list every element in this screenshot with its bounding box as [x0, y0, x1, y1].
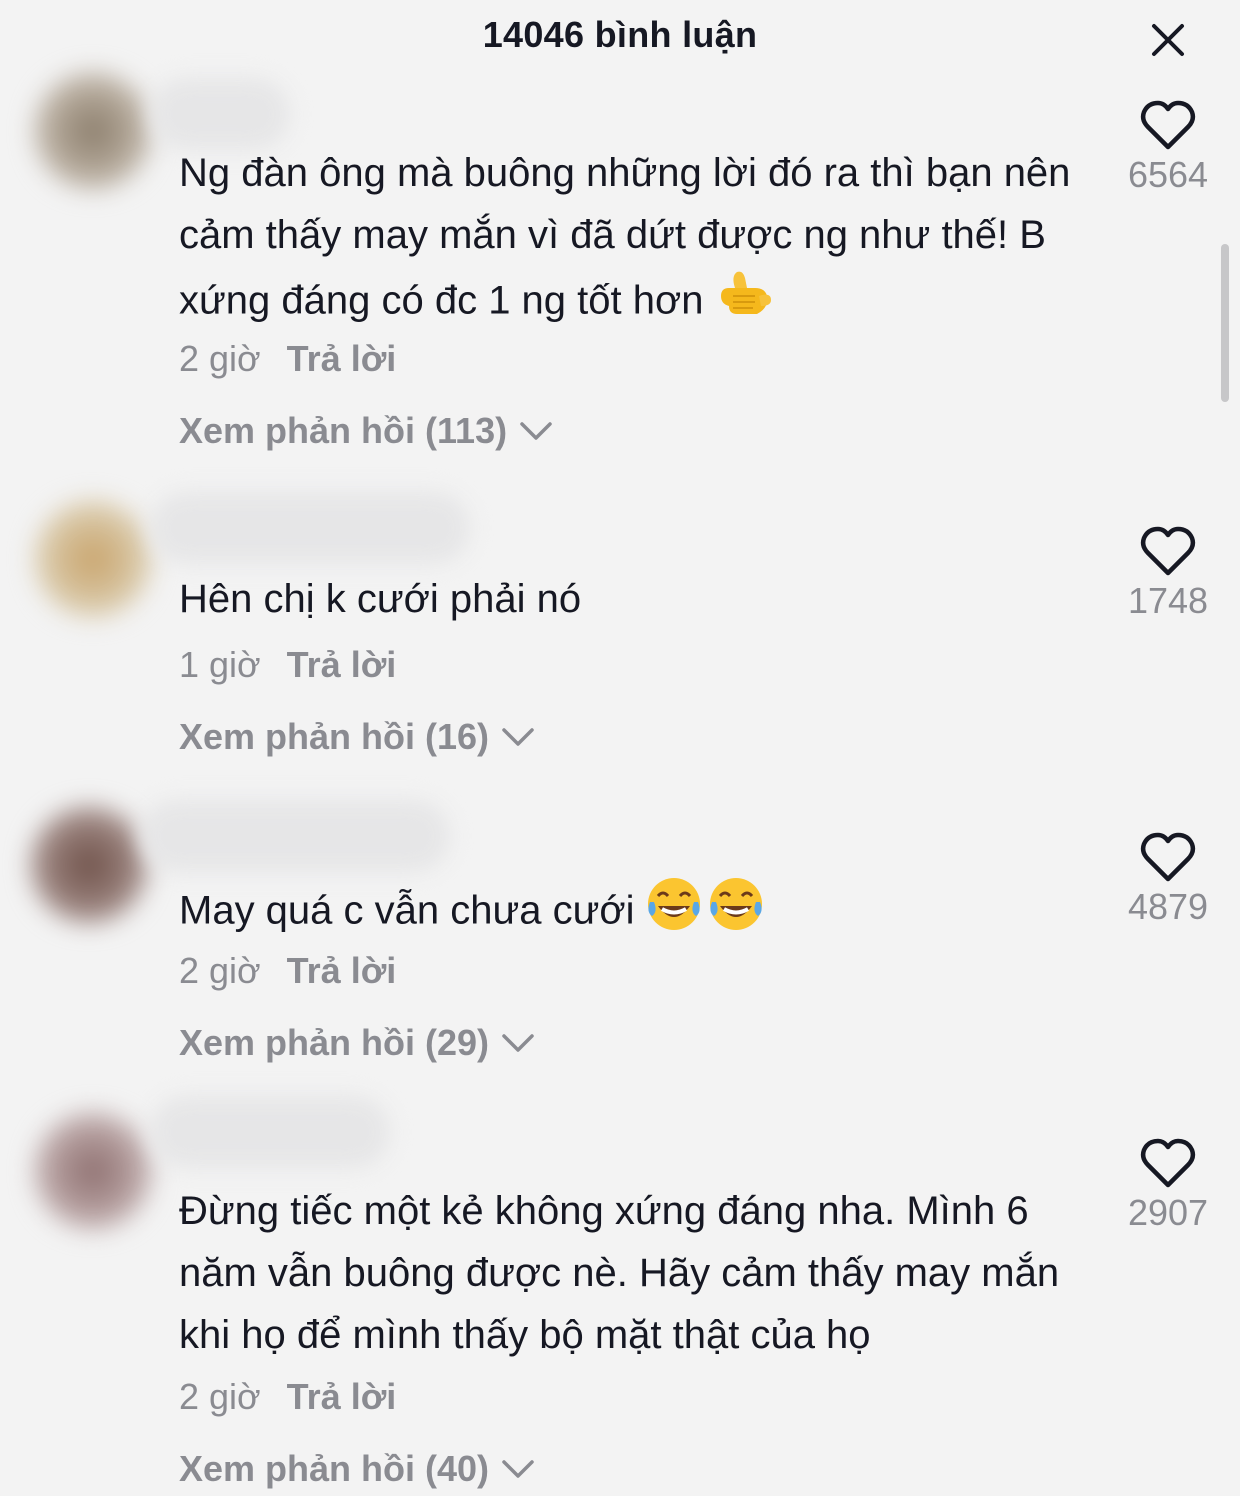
comments-count-title: 14046 bình luận	[482, 14, 758, 55]
avatar[interactable]	[30, 806, 148, 924]
like-count: 6564	[1127, 154, 1209, 195]
view-replies-button[interactable]: Xem phản hồi (113)	[179, 410, 553, 452]
heart-icon	[1140, 832, 1196, 882]
reply-button[interactable]: Trả lời	[287, 338, 397, 380]
like-button[interactable]: 4879	[1108, 832, 1228, 928]
avatar[interactable]	[34, 500, 152, 618]
comment-text: Hên chị k cưới phải nó	[179, 568, 1089, 630]
comment-time: 2 giờ	[179, 950, 261, 991]
view-replies-label: Xem phản hồi (40)	[179, 1448, 490, 1489]
heart-icon	[1140, 1138, 1196, 1188]
tears-of-joy-emoji	[646, 876, 766, 950]
heart-icon	[1140, 526, 1196, 576]
heart-icon	[1140, 100, 1196, 150]
comment-meta: 2 giờ Trả lời	[179, 338, 396, 380]
comment-meta: 2 giờ Trả lời	[179, 1376, 396, 1418]
comment-body: Hên chị k cưới phải nó	[179, 577, 582, 621]
reply-button[interactable]: Trả lời	[287, 644, 397, 686]
view-replies-button[interactable]: Xem phản hồi (29)	[179, 1022, 535, 1064]
reply-button[interactable]: Trả lời	[287, 1376, 397, 1418]
scrollbar[interactable]	[1221, 244, 1229, 402]
view-replies-label: Xem phản hồi (16)	[179, 716, 490, 757]
avatar[interactable]	[34, 72, 152, 190]
chevron-down-icon	[519, 420, 553, 442]
like-count: 1748	[1127, 580, 1209, 621]
comment-meta: 2 giờ Trả lời	[179, 950, 396, 992]
comment-time: 2 giờ	[179, 338, 261, 379]
view-replies-button[interactable]: Xem phản hồi (40)	[179, 1448, 535, 1490]
like-count: 2907	[1127, 1192, 1209, 1233]
comment-body: May quá c vẫn chưa cưới	[179, 888, 635, 933]
comment-body: Ng đàn ông mà buông những lời đó ra thì …	[179, 151, 1071, 323]
avatar[interactable]	[34, 1112, 152, 1230]
comment-time: 1 giờ	[179, 644, 261, 685]
view-replies-button[interactable]: Xem phản hồi (16)	[179, 716, 535, 758]
username-blurred[interactable]	[150, 1096, 390, 1168]
chevron-down-icon	[501, 1032, 535, 1054]
like-button[interactable]: 2907	[1108, 1138, 1228, 1234]
reply-button[interactable]: Trả lời	[287, 950, 397, 992]
view-replies-label: Xem phản hồi (29)	[179, 1022, 490, 1063]
like-count: 4879	[1127, 886, 1209, 927]
comment-text: May quá c vẫn chưa cưới	[179, 876, 1089, 950]
call-me-hand-emoji	[715, 266, 775, 340]
comment-meta: 1 giờ Trả lời	[179, 644, 396, 686]
chevron-down-icon	[501, 726, 535, 748]
username-blurred[interactable]	[140, 800, 450, 872]
close-icon[interactable]	[1146, 18, 1190, 62]
comment-body: Đừng tiếc một kẻ không xứng đáng nha. Mì…	[179, 1189, 1060, 1357]
chevron-down-icon	[501, 1458, 535, 1480]
username-blurred[interactable]	[150, 78, 290, 150]
username-blurred[interactable]	[150, 492, 470, 564]
comment-time: 2 giờ	[179, 1376, 261, 1417]
comment-text: Ng đàn ông mà buông những lời đó ra thì …	[179, 142, 1089, 340]
comments-sheet: 14046 bình luận Ng đàn ông mà buông nhữn…	[0, 0, 1240, 1496]
comment-text: Đừng tiếc một kẻ không xứng đáng nha. Mì…	[179, 1180, 1089, 1366]
view-replies-label: Xem phản hồi (113)	[179, 410, 508, 451]
like-button[interactable]: 1748	[1108, 526, 1228, 622]
like-button[interactable]: 6564	[1108, 100, 1228, 196]
